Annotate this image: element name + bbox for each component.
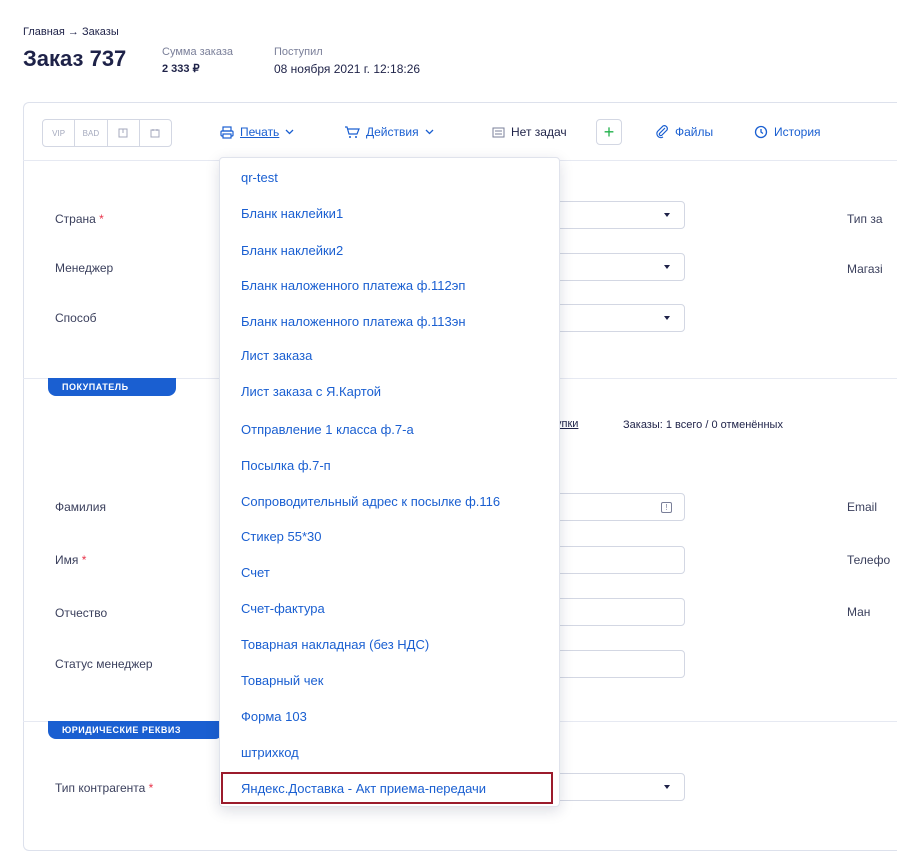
method-label: Способ bbox=[55, 311, 97, 325]
add-task-button[interactable]: + bbox=[596, 119, 622, 145]
files-button[interactable]: Файлы bbox=[655, 125, 713, 139]
history-label: История bbox=[774, 125, 821, 139]
phone-label: Телефо bbox=[847, 553, 891, 567]
legal-section-tag: ЮРИДИЧЕСКИЕ РЕКВИЗ bbox=[48, 721, 223, 739]
status-manager-label: Статус менеджер bbox=[55, 657, 153, 671]
tasks-button[interactable]: Нет задач bbox=[492, 125, 567, 139]
print-menu-item[interactable]: Сопроводительный адрес к посылке ф.116 bbox=[241, 494, 500, 509]
order-received-value: 08 ноября 2021 г. 12:18:26 bbox=[274, 62, 421, 76]
order-sum-value: 2 333 ₽ bbox=[162, 63, 200, 75]
chevron-down-icon bbox=[425, 129, 434, 135]
print-menu-item[interactable]: Счет bbox=[241, 565, 270, 580]
print-menu-item[interactable]: Стикер 55*30 bbox=[241, 529, 322, 544]
print-menu-item[interactable]: Отправление 1 класса ф.7-а bbox=[241, 422, 414, 437]
breadcrumb[interactable]: Главная → Заказы bbox=[23, 26, 119, 38]
manager-label: Менеджер bbox=[55, 261, 114, 275]
print-menu-item[interactable]: Лист заказа bbox=[241, 348, 312, 363]
bookmark-icon bbox=[118, 128, 128, 138]
buyer-section-tag: ПОКУПАТЕЛЬ bbox=[48, 378, 176, 396]
print-label: Печать bbox=[240, 125, 280, 139]
actions-button[interactable]: Действия bbox=[344, 125, 434, 139]
country-select[interactable] bbox=[550, 201, 685, 229]
print-menu-item[interactable]: штрихкод bbox=[241, 745, 299, 760]
print-menu-item[interactable]: Бланк наклейки2 bbox=[241, 243, 343, 258]
name-label: Имя * bbox=[55, 553, 87, 567]
status-manager-input[interactable] bbox=[550, 650, 685, 678]
tasks-label: Нет задач bbox=[511, 125, 567, 139]
caret-down-icon bbox=[664, 316, 670, 320]
surname-input[interactable]: ! bbox=[550, 493, 685, 521]
email-label: Email bbox=[847, 500, 878, 514]
caret-down-icon bbox=[664, 265, 670, 269]
name-input[interactable] bbox=[550, 546, 685, 574]
contact-card-icon[interactable]: ! bbox=[661, 502, 672, 513]
calendar-icon bbox=[150, 129, 160, 138]
print-menu-item[interactable]: Бланк наложенного платежа ф.113эн bbox=[241, 314, 466, 329]
print-menu-item[interactable]: Бланк наложенного платежа ф.112эп bbox=[241, 278, 465, 293]
print-menu-item[interactable]: Бланк наклейки1 bbox=[241, 206, 343, 221]
order-sum-label: Сумма заказа bbox=[162, 46, 233, 58]
caret-down-icon bbox=[664, 213, 670, 217]
print-menu-item[interactable]: Счет-фактура bbox=[241, 601, 325, 616]
chevron-down-icon bbox=[285, 129, 294, 135]
caret-down-icon bbox=[664, 785, 670, 789]
print-dropdown-menu: qr-test Бланк наклейки1 Бланк наклейки2 … bbox=[219, 157, 560, 807]
print-menu-item[interactable]: Посылка ф.7-п bbox=[241, 458, 331, 473]
method-select[interactable] bbox=[550, 304, 685, 332]
print-button[interactable]: Печать bbox=[220, 125, 294, 139]
order-received-label: Поступил bbox=[274, 46, 323, 58]
contractor-type-label: Тип контрагента * bbox=[55, 781, 154, 795]
tag-bookmark[interactable] bbox=[108, 120, 140, 146]
shop-label: Магазі bbox=[847, 262, 883, 276]
printer-icon bbox=[220, 125, 234, 139]
patronymic-label: Отчество bbox=[55, 606, 108, 620]
order-type-label: Тип за bbox=[847, 212, 883, 226]
actions-label: Действия bbox=[366, 125, 419, 139]
cart-icon bbox=[345, 125, 360, 138]
page-title: Заказ 737 bbox=[23, 46, 127, 71]
print-menu-item[interactable]: Форма 103 bbox=[241, 709, 307, 724]
orders-info: Заказы: 1 всего / 0 отменённых bbox=[623, 419, 783, 431]
print-menu-item[interactable]: Лист заказа с Я.Картой bbox=[241, 384, 381, 399]
selected-item-highlight bbox=[221, 772, 553, 804]
country-label: Страна * bbox=[55, 212, 104, 226]
history-button[interactable]: История bbox=[754, 125, 821, 139]
print-menu-item[interactable]: qr-test bbox=[241, 170, 278, 185]
surname-label: Фамилия bbox=[55, 500, 106, 514]
contractor-type-select[interactable] bbox=[550, 773, 685, 801]
tag-bad[interactable]: BAD bbox=[75, 120, 108, 146]
task-list-icon bbox=[492, 127, 505, 137]
paperclip-icon bbox=[656, 125, 668, 139]
tag-calendar[interactable] bbox=[140, 120, 171, 146]
manager-select[interactable] bbox=[550, 253, 685, 281]
tag-group: VIP BAD bbox=[42, 119, 172, 147]
files-label: Файлы bbox=[675, 125, 714, 139]
print-menu-item[interactable]: Товарный чек bbox=[241, 673, 323, 688]
tag-vip[interactable]: VIP bbox=[43, 120, 76, 146]
clock-icon bbox=[754, 125, 768, 139]
man-label: Ман bbox=[847, 605, 871, 619]
print-menu-item[interactable]: Товарная накладная (без НДС) bbox=[241, 637, 429, 652]
patronymic-input[interactable] bbox=[550, 598, 685, 626]
